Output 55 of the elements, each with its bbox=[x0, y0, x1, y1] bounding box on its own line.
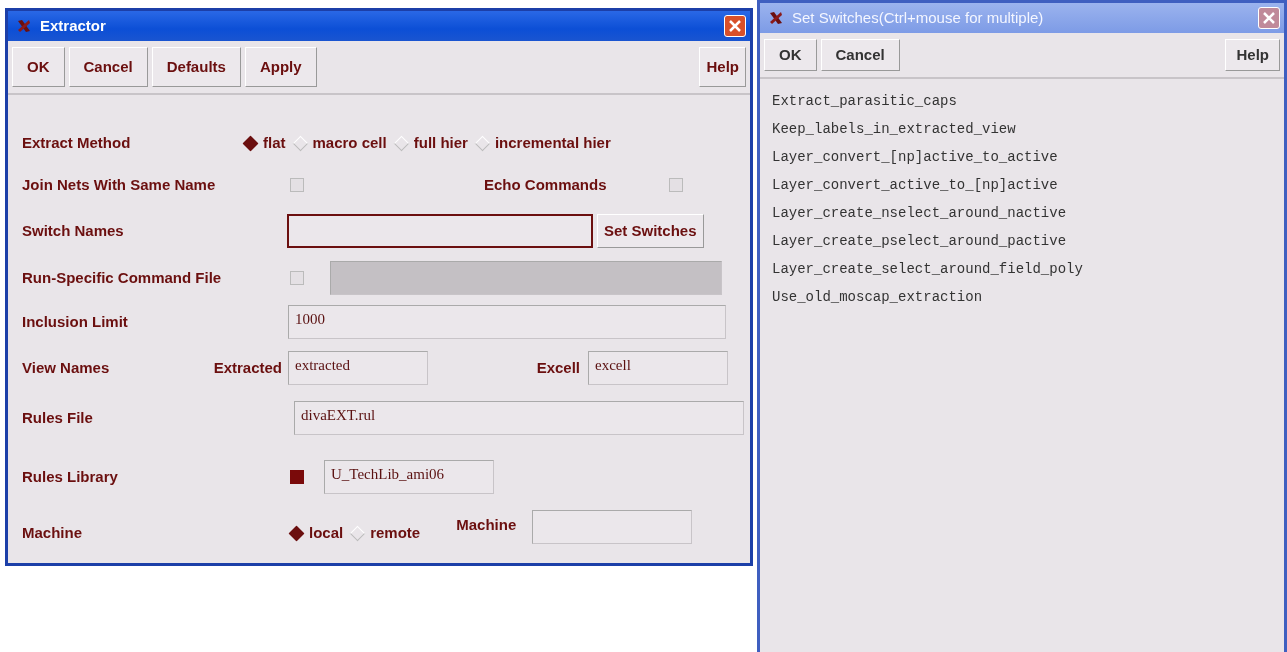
checkbox[interactable] bbox=[290, 271, 304, 285]
field-label: Switch Names bbox=[22, 220, 125, 241]
excell-field[interactable]: excell bbox=[588, 351, 728, 385]
list-item[interactable]: Layer_create_select_around_field_poly bbox=[772, 255, 1272, 283]
option-label: full hier bbox=[413, 132, 468, 153]
help-button[interactable]: Help bbox=[1225, 39, 1280, 71]
option-label: local bbox=[309, 522, 344, 543]
list-item[interactable]: Keep_labels_in_extracted_view bbox=[772, 115, 1272, 143]
close-icon bbox=[1262, 11, 1276, 25]
field-label: Join Nets With Same Name bbox=[22, 174, 217, 195]
list-item[interactable]: Use_old_moscap_extraction bbox=[772, 283, 1272, 311]
window-title: Extractor bbox=[40, 15, 106, 36]
checkbox[interactable] bbox=[290, 470, 304, 484]
checkbox[interactable] bbox=[290, 178, 304, 192]
toolbar-button[interactable]: Apply bbox=[244, 47, 317, 87]
window-title: Set Switches(Ctrl+mouse for multiple) bbox=[792, 7, 1044, 28]
field-label: Run-Specific Command File bbox=[22, 267, 223, 288]
field-label: Extract Method bbox=[22, 132, 132, 153]
inclusion-limit-field[interactable]: 1000 bbox=[288, 305, 726, 339]
close-button[interactable] bbox=[1258, 7, 1280, 29]
switch-names-field[interactable] bbox=[287, 214, 593, 248]
list-item[interactable]: Layer_convert_[np]active_to_active bbox=[772, 143, 1272, 171]
toolbar-button[interactable]: OK bbox=[764, 39, 817, 71]
rules-library-field[interactable]: U_TechLib_ami06 bbox=[324, 460, 494, 494]
checkbox[interactable] bbox=[669, 178, 683, 192]
x-logo-icon bbox=[768, 10, 784, 26]
extracted-field[interactable]: extracted bbox=[288, 351, 428, 385]
toolbar-button[interactable]: OK bbox=[12, 47, 65, 87]
field-label: Extracted bbox=[212, 357, 283, 378]
list-item[interactable]: Layer_create_pselect_around_pactive bbox=[772, 227, 1272, 255]
rules-file-field[interactable]: divaEXT.rul bbox=[294, 401, 744, 435]
field-label: Machine bbox=[456, 515, 517, 535]
machine-field[interactable] bbox=[532, 510, 693, 544]
option-label: remote bbox=[370, 522, 421, 543]
field-label: Rules Library bbox=[22, 466, 119, 487]
set-switches-button[interactable]: Set Switches bbox=[597, 214, 704, 248]
toolbar-button[interactable]: Cancel bbox=[68, 47, 148, 87]
close-button[interactable] bbox=[724, 15, 746, 37]
close-icon bbox=[728, 19, 742, 33]
list-item[interactable]: Layer_convert_active_to_[np]active bbox=[772, 171, 1272, 199]
option-label: incremental hier bbox=[494, 132, 611, 153]
field-label: Excell bbox=[535, 357, 581, 378]
toolbar-button[interactable]: Defaults bbox=[151, 47, 241, 87]
help-button[interactable]: Help bbox=[699, 47, 746, 87]
list-item[interactable]: Layer_create_nselect_around_nactive bbox=[772, 199, 1272, 227]
toolbar-button[interactable]: Cancel bbox=[820, 39, 900, 71]
option-label: flat bbox=[263, 132, 286, 153]
field-label: Rules File bbox=[22, 407, 94, 428]
field-label: Machine bbox=[22, 522, 83, 543]
list-item[interactable]: Extract_parasitic_caps bbox=[772, 87, 1272, 115]
field-label: View Names bbox=[22, 357, 111, 378]
option-label: macro cell bbox=[312, 132, 387, 153]
x-logo-icon bbox=[16, 18, 32, 34]
field-label: Echo Commands bbox=[484, 174, 608, 195]
field-label: Inclusion Limit bbox=[22, 311, 129, 332]
